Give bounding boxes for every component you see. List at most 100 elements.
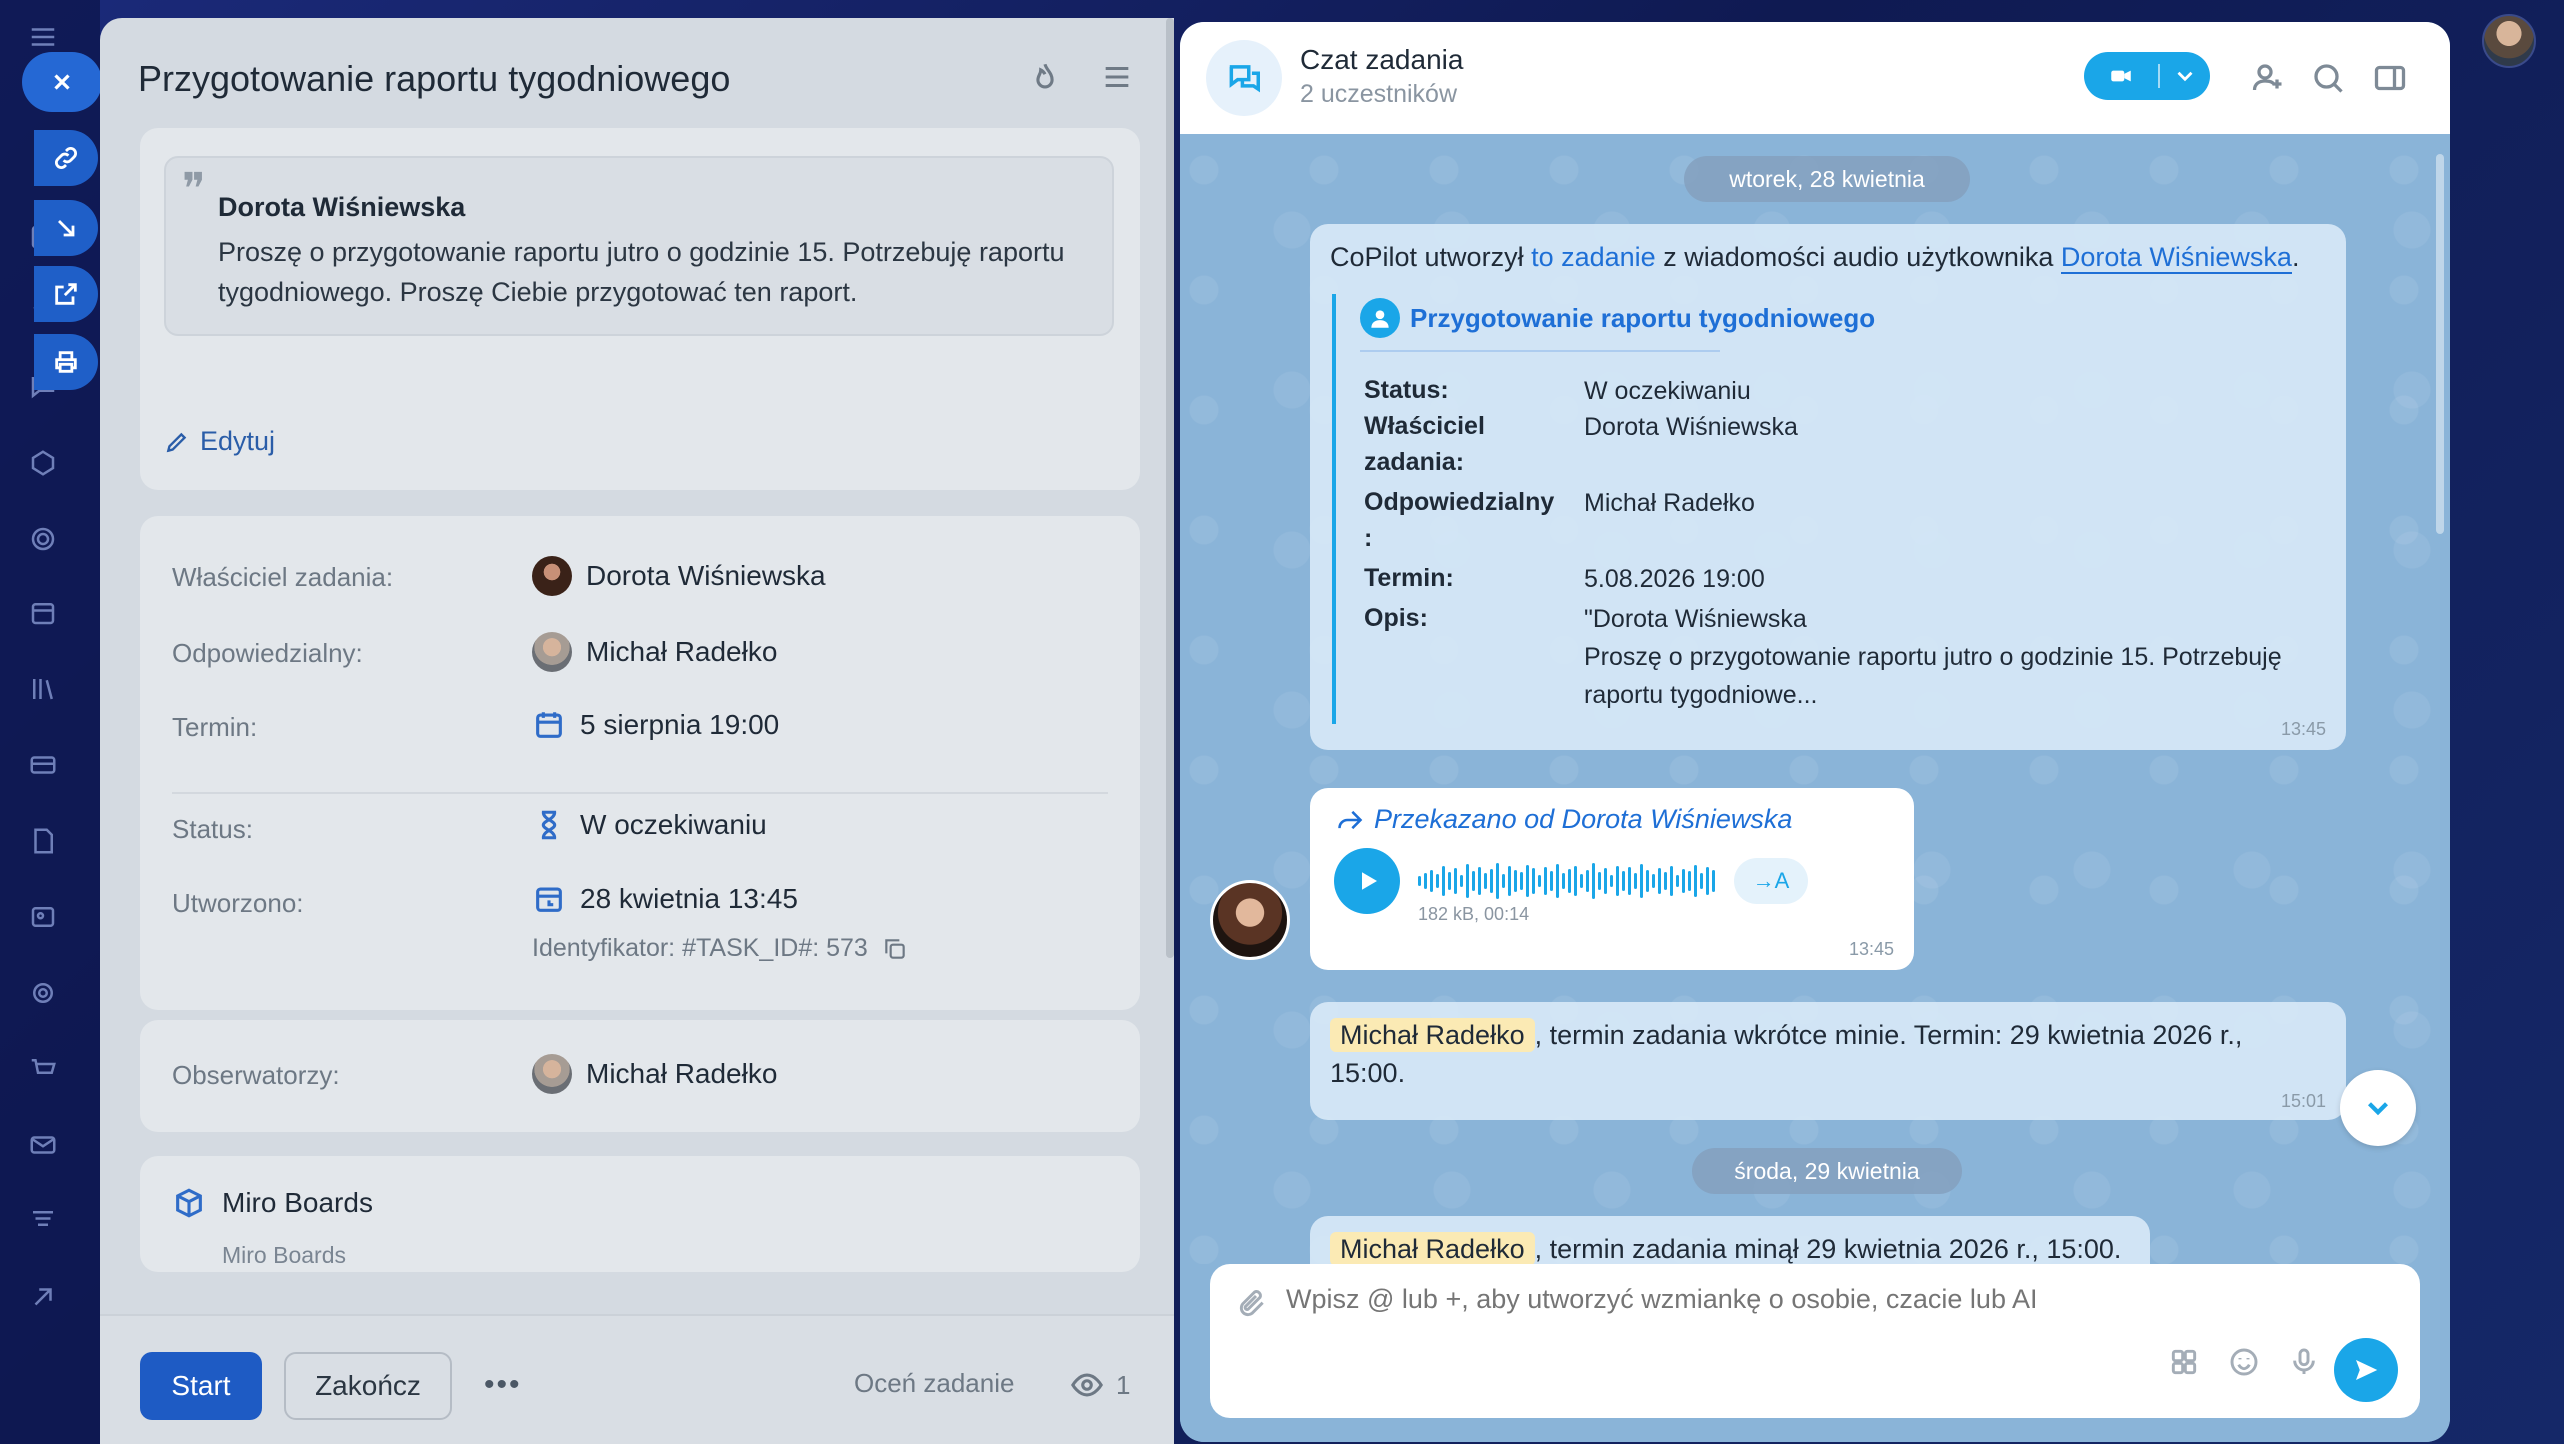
rate-task-button[interactable]: Oceń zadanie (854, 1368, 1014, 1399)
send-button[interactable] (2334, 1338, 2398, 1402)
miro-subtitle: Miro Boards (222, 1242, 346, 1268)
status-label: Status: (172, 814, 253, 844)
viewers-count[interactable]: 1 (1070, 1368, 1130, 1402)
forwarded-text: Przekazano od Dorota Wiśniewska (1374, 804, 1793, 834)
card-owner-value: Dorota Wiśniewska (1584, 413, 1798, 441)
cube-icon (176, 1188, 202, 1218)
close-button[interactable] (22, 52, 102, 112)
description-quote: ❞ Dorota Wiśniewska Proszę o przygotowan… (164, 156, 1114, 336)
chevron-down-icon[interactable] (2160, 63, 2210, 89)
target-icon[interactable] (26, 522, 60, 556)
audio-message: Przekazano od Dorota Wiśniewska →A 182 k… (1310, 788, 1914, 970)
reminder-message: Michał Radełko, termin zadania wkrótce m… (1310, 1002, 2346, 1120)
apps-grid-icon[interactable] (2168, 1346, 2200, 1383)
mention[interactable]: Michał Radełko (1330, 1018, 1535, 1052)
message-input[interactable] (1286, 1284, 2286, 1315)
message-suffix: . (2291, 242, 2300, 272)
print-button[interactable] (34, 334, 98, 390)
hamburger-menu-icon[interactable] (1100, 60, 1134, 99)
library-icon[interactable] (26, 672, 60, 706)
waveform-bar (1598, 872, 1601, 890)
message-prefix: CoPilot utworzył (1330, 242, 1532, 272)
mail-icon[interactable] (26, 1128, 60, 1162)
user-link[interactable]: Dorota Wiśniewska (2060, 242, 2292, 274)
cart-icon[interactable] (26, 1052, 60, 1086)
transcribe-button[interactable]: →A (1734, 858, 1808, 904)
card-icon[interactable] (26, 748, 60, 782)
chat-messages[interactable]: wtorek, 28 kwietnia CoPilot utworzył to … (1180, 134, 2450, 1264)
waveform-bar (1604, 868, 1607, 894)
card-description-line1: "Dorota Wiśniewska (1584, 605, 1807, 633)
add-user-icon[interactable] (2250, 60, 2286, 96)
user-avatar[interactable] (2482, 14, 2536, 68)
task-panel: Przygotowanie raportu tygodniowego ❞ Dor… (100, 18, 1174, 1444)
search-icon[interactable] (2310, 60, 2346, 96)
task-card[interactable]: Przygotowanie raportu tygodniowego Statu… (1332, 294, 2342, 724)
chat-title: Czat zadania (1300, 44, 1464, 75)
avatar (532, 556, 572, 596)
waveform-bar (1508, 866, 1511, 896)
emoji-icon[interactable] (2228, 1346, 2260, 1383)
chat-participants[interactable]: 2 uczestników (1300, 80, 1457, 109)
owner-value[interactable]: Dorota Wiśniewska (532, 556, 826, 596)
contacts-icon[interactable] (26, 900, 60, 934)
video-call-button[interactable] (2084, 52, 2210, 100)
waveform-bar (1616, 866, 1619, 896)
crm-icon[interactable] (26, 446, 60, 480)
edit-label: Edytuj (200, 426, 276, 456)
microphone-icon[interactable] (2288, 1346, 2320, 1383)
minimize-button[interactable] (34, 200, 98, 256)
chevron-down-icon (2367, 1102, 2389, 1116)
document-icon[interactable] (26, 824, 60, 858)
finish-button[interactable]: Zakończ (284, 1352, 452, 1420)
waveform-bar (1580, 874, 1583, 888)
task-scrollbar[interactable] (1166, 18, 1174, 958)
waveform-bar (1658, 868, 1661, 894)
open-new-window-button[interactable] (34, 266, 98, 322)
responsible-value[interactable]: Michał Radełko (532, 632, 777, 672)
hourglass-icon (541, 810, 557, 840)
chat-header: Czat zadania 2 uczestników (1180, 22, 2450, 134)
deadline-value[interactable]: 5 sierpnia 19:00 (532, 708, 779, 742)
waveform-bar (1526, 865, 1529, 897)
chat-scrollbar[interactable] (2436, 154, 2444, 534)
waveform-bar (1436, 874, 1439, 888)
waveform-bar (1586, 870, 1589, 892)
miro-card[interactable]: Miro Boards Miro Boards (140, 1156, 1140, 1272)
waveform-bar (1454, 868, 1457, 894)
filter-icon[interactable] (26, 1204, 60, 1238)
created-value: 28 kwietnia 13:45 (532, 882, 798, 916)
play-button[interactable] (1334, 848, 1400, 914)
copy-icon[interactable] (882, 936, 908, 962)
quote-author: Dorota Wiśniewska (218, 192, 466, 222)
avatar[interactable] (1210, 880, 1290, 960)
forwarded-from[interactable]: Przekazano od Dorota Wiśniewska (1336, 804, 1792, 835)
task-card-title-text: Przygotowanie raportu tygodniowego (1410, 302, 1876, 333)
scroll-down-button[interactable] (2340, 1070, 2416, 1146)
created-label: Utworzono: (172, 888, 304, 918)
integrations-icon[interactable] (26, 1280, 60, 1314)
waveform-bar (1652, 874, 1655, 888)
audio-waveform[interactable] (1418, 862, 1722, 900)
sidebar-toggle-icon[interactable] (2372, 60, 2408, 96)
edit-button[interactable]: Edytuj (164, 426, 275, 457)
mention[interactable]: Michał Radełko (1330, 1232, 1535, 1264)
waveform-bar (1472, 871, 1475, 891)
start-button[interactable]: Start (140, 1352, 262, 1420)
settings-icon[interactable] (26, 976, 60, 1010)
waveform-bar (1460, 875, 1463, 887)
more-button[interactable]: ••• (484, 1368, 522, 1402)
calendar-icon[interactable] (26, 596, 60, 630)
menu-icon[interactable] (26, 20, 60, 54)
flame-icon[interactable] (1028, 60, 1062, 99)
task-link[interactable]: to zadanie (1531, 242, 1656, 272)
calendar-clock-icon (536, 887, 562, 912)
waveform-bar (1706, 867, 1709, 895)
observers-value[interactable]: Michał Radełko (532, 1054, 777, 1094)
divider (172, 792, 1108, 794)
copy-link-button[interactable] (34, 130, 98, 186)
message-text: Michał Radełko, termin zadania minął 29 … (1330, 1230, 2130, 1264)
task-card-title[interactable]: Przygotowanie raportu tygodniowego (1360, 298, 1875, 338)
card-owner-label: Właściciel zadania: (1364, 412, 1485, 476)
attach-icon[interactable] (1236, 1288, 1268, 1320)
